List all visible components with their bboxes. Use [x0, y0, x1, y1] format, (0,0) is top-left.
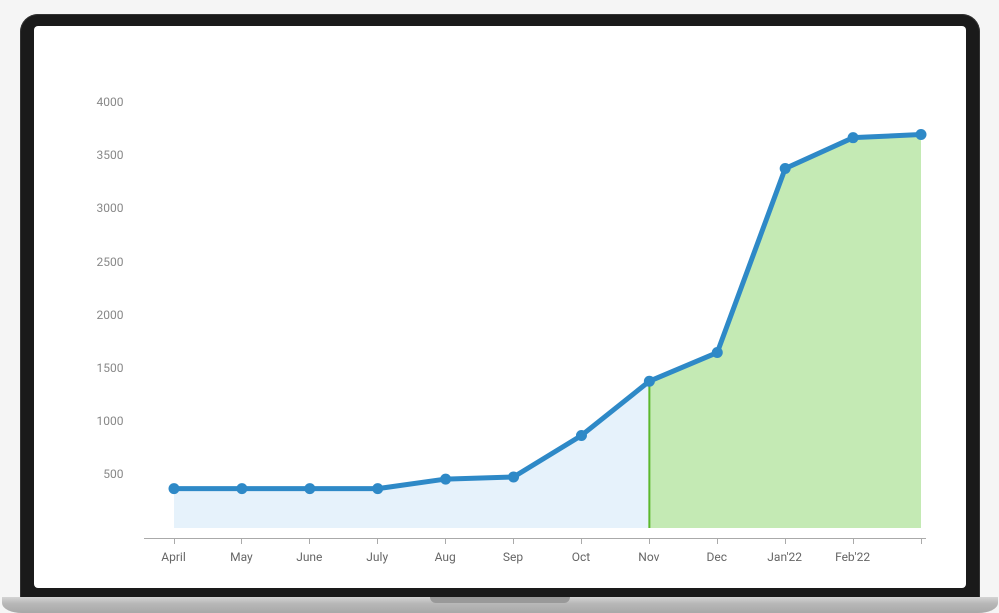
chart-svg — [144, 76, 926, 528]
data-point — [304, 483, 315, 494]
x-tick-mark — [241, 538, 242, 544]
y-tick-label: 3500 — [97, 148, 124, 162]
x-tick-label: June — [296, 550, 322, 564]
y-tick-label: 2000 — [97, 308, 124, 322]
laptop-base — [2, 597, 998, 613]
chart-screen: 500 1000 1500 2000 2500 3000 3500 4000 April May… — [34, 26, 966, 588]
x-tick-mark — [309, 538, 310, 544]
y-tick-label: 1500 — [97, 361, 124, 375]
x-tick-mark — [649, 538, 650, 544]
y-tick-label: 500 — [103, 467, 123, 481]
chart-plot-area — [144, 76, 926, 528]
data-point — [915, 128, 926, 139]
x-tick-label: May — [230, 550, 253, 564]
y-axis: 500 1000 1500 2000 2500 3000 3500 4000 — [34, 76, 134, 528]
x-tick-label: July — [366, 550, 388, 564]
x-tick-mark — [513, 538, 514, 544]
x-tick-label: April — [161, 550, 185, 564]
data-point — [711, 347, 722, 358]
area-fill-highlight — [649, 134, 921, 528]
data-point — [440, 473, 451, 484]
data-point — [508, 471, 519, 482]
x-tick-label: Oct — [572, 550, 590, 564]
area-fill-before — [174, 381, 649, 528]
laptop-frame: 500 1000 1500 2000 2500 3000 3500 4000 April May… — [20, 14, 980, 599]
x-axis: April May June July Aug Sep Oct Nov Dec Jan'22 Feb… — [144, 538, 926, 588]
x-tick-label: Sep — [503, 550, 523, 564]
x-tick-mark — [785, 538, 786, 544]
x-tick-mark — [717, 538, 718, 544]
x-tick-label: Feb'22 — [835, 550, 870, 564]
data-point — [168, 483, 179, 494]
y-tick-label: 4000 — [97, 95, 124, 109]
data-point — [779, 163, 790, 174]
y-tick-label: 1000 — [97, 414, 124, 428]
x-tick-mark — [377, 538, 378, 544]
data-point — [236, 483, 247, 494]
x-tick-label: Aug — [435, 550, 456, 564]
x-tick-label: Dec — [707, 550, 728, 564]
data-point — [643, 375, 654, 386]
data-point — [575, 429, 586, 440]
x-tick-mark — [445, 538, 446, 544]
x-tick-label: Jan'22 — [767, 550, 802, 564]
x-tick-mark — [921, 538, 922, 544]
data-point — [372, 483, 383, 494]
y-tick-label: 3000 — [97, 201, 124, 215]
y-tick-label: 2500 — [97, 255, 124, 269]
x-tick-mark — [581, 538, 582, 544]
data-point — [847, 132, 858, 143]
x-tick-mark — [174, 538, 175, 544]
x-tick-mark — [853, 538, 854, 544]
x-axis-line — [144, 538, 926, 539]
x-tick-label: Nov — [638, 550, 659, 564]
